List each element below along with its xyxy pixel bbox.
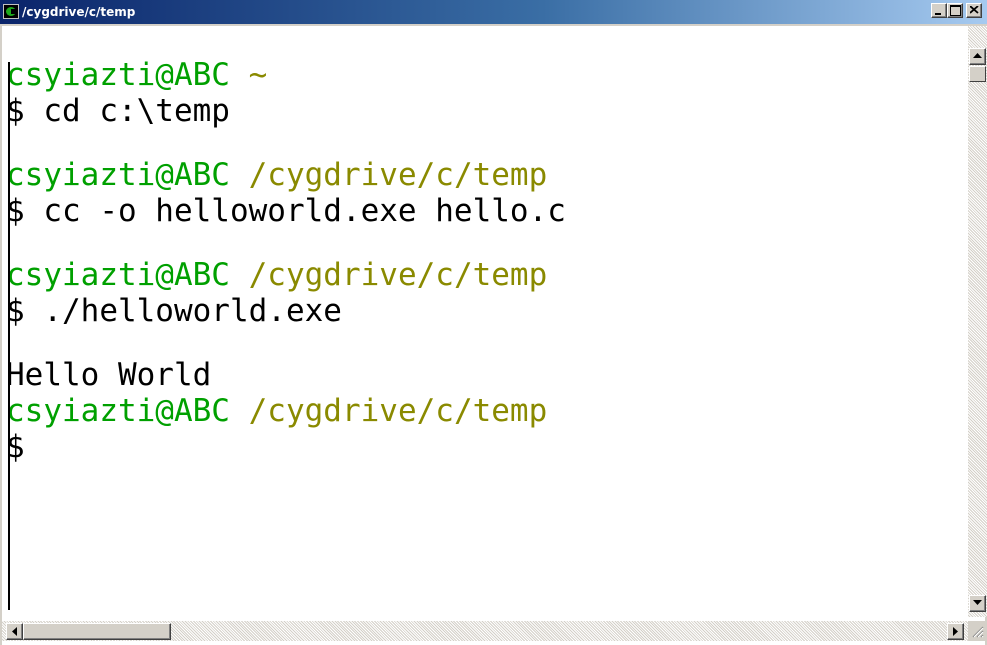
horizontal-scroll-thumb[interactable] — [23, 623, 171, 640]
command-line: $ cc -o helloworld.exe hello.c — [6, 193, 566, 229]
prompt-line: csyiazti@ABC /cygdrive/c/temp — [6, 157, 956, 193]
terminal-output[interactable]: csyiazti@ABC ~ $ cd c:\temp csyiazti@ABC… — [6, 57, 956, 597]
prompt-path: /cygdrive/c/temp — [248, 393, 548, 429]
prompt-line: csyiazti@ABC ~ — [6, 57, 956, 93]
command-line: $ ./helloworld.exe — [6, 293, 342, 329]
arrow-down-icon — [973, 600, 982, 605]
prompt-path: /cygdrive/c/temp — [248, 257, 548, 293]
terminal-window: /cygdrive/c/temp csyiazti@ABC ~ $ cd c:\… — [0, 0, 987, 645]
prompt-userhost: csyiazti@ABC — [6, 157, 230, 193]
close-icon — [970, 6, 979, 14]
prompt-path: ~ — [248, 57, 268, 93]
window-title: /cygdrive/c/temp — [22, 5, 136, 19]
scroll-down-button[interactable] — [969, 595, 986, 612]
output-line: Hello World — [6, 357, 212, 393]
arrow-left-icon — [12, 627, 17, 636]
prompt-line: csyiazti@ABC /cygdrive/c/temp — [6, 257, 956, 293]
prompt-userhost: csyiazti@ABC — [6, 257, 230, 293]
scroll-right-button[interactable] — [947, 623, 964, 640]
vertical-scroll-thumb[interactable] — [969, 66, 986, 82]
terminal-left-edge — [8, 62, 10, 610]
vertical-scrollbar[interactable] — [968, 26, 987, 617]
resize-grip-icon — [972, 626, 984, 638]
resize-grip[interactable] — [968, 621, 987, 641]
command-line: $ — [6, 429, 25, 465]
maximize-button[interactable] — [947, 3, 963, 18]
prompt-line: csyiazti@ABC /cygdrive/c/temp — [6, 393, 956, 429]
minimize-button[interactable] — [931, 3, 947, 18]
horizontal-scrollbar[interactable] — [2, 621, 968, 641]
prompt-userhost: csyiazti@ABC — [6, 393, 230, 429]
scroll-up-button[interactable] — [969, 48, 986, 65]
title-bar[interactable]: /cygdrive/c/temp — [0, 0, 987, 24]
close-button[interactable] — [966, 3, 982, 18]
command-line: $ cd c:\temp — [6, 93, 230, 129]
scroll-left-button[interactable] — [6, 623, 23, 640]
arrow-up-icon — [973, 53, 982, 58]
prompt-path: /cygdrive/c/temp — [248, 157, 548, 193]
arrow-right-icon — [953, 627, 958, 636]
cygwin-icon[interactable] — [3, 4, 19, 19]
prompt-userhost: csyiazti@ABC — [6, 57, 230, 93]
